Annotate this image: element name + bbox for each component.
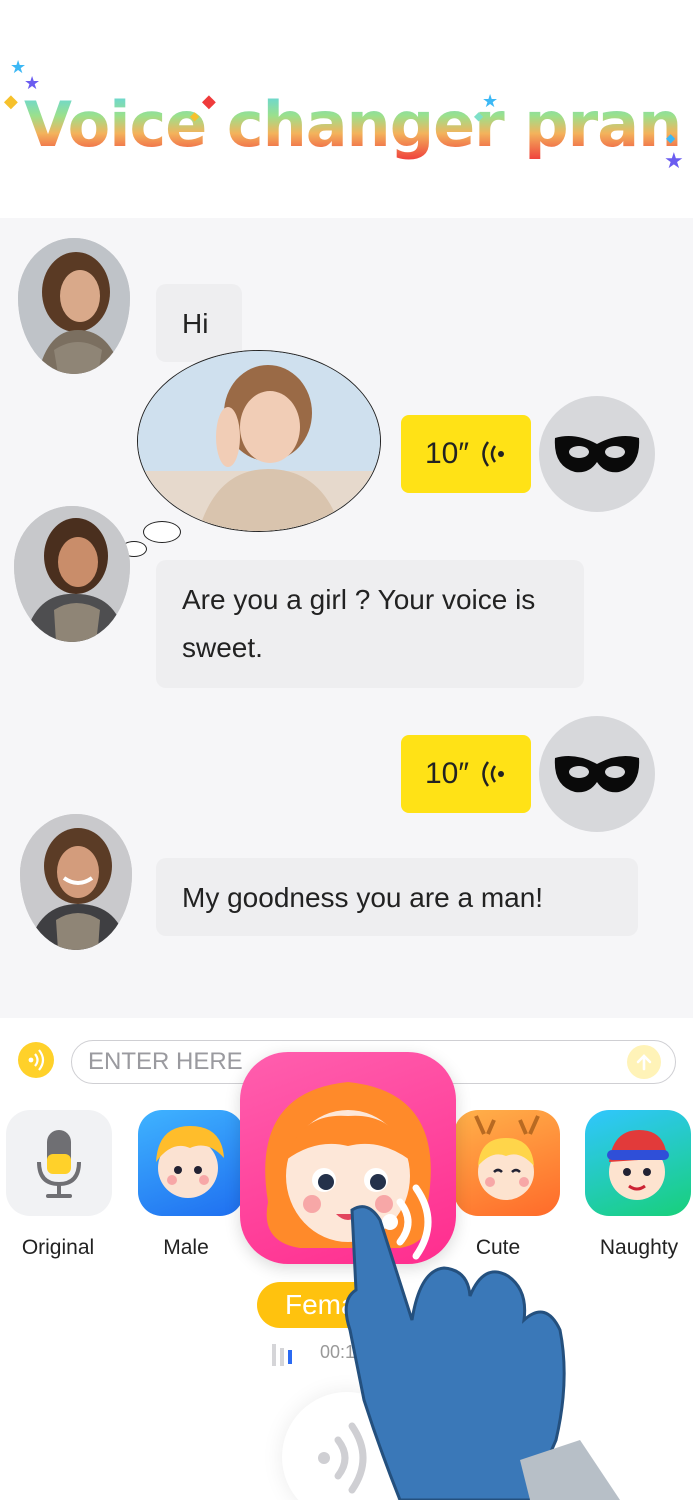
message-text: Are you a girl ? Your voice is sweet. bbox=[182, 584, 536, 663]
naughty-face-icon bbox=[607, 1130, 669, 1200]
voice-message-bubble[interactable]: 10″ bbox=[401, 415, 531, 493]
microphone-icon bbox=[37, 1130, 81, 1198]
voice-label: Male bbox=[163, 1236, 209, 1259]
thought-dot bbox=[143, 521, 181, 543]
arrow-up-icon bbox=[636, 1054, 652, 1071]
sound-toggle-button[interactable] bbox=[18, 1042, 54, 1078]
send-button[interactable] bbox=[627, 1045, 661, 1079]
voice-option-naughty[interactable] bbox=[585, 1110, 691, 1216]
cute-face-icon bbox=[474, 1115, 540, 1200]
sparkle-icon: ◆ bbox=[190, 109, 200, 123]
mask-icon bbox=[554, 436, 640, 473]
message-bubble: My goodness you are a man! bbox=[156, 858, 638, 936]
sparkle-icon: ★ bbox=[24, 73, 41, 93]
anonymous-mask-avatar bbox=[539, 716, 655, 832]
sound-wave-icon bbox=[482, 441, 504, 467]
thought-bubble-image bbox=[137, 350, 381, 532]
voice-option-female-selected[interactable] bbox=[240, 1052, 456, 1264]
sparkle-icon: ◆ bbox=[474, 109, 484, 123]
sparkle-icon: ◆ bbox=[666, 131, 676, 145]
record-button[interactable] bbox=[282, 1392, 412, 1500]
sparkle-icon: ★ bbox=[482, 91, 499, 111]
voice-label: Original bbox=[21, 1236, 95, 1259]
sparkle-icon: ◆ bbox=[202, 91, 216, 111]
message-bubble: Are you a girl ? Your voice is sweet. bbox=[156, 560, 584, 688]
voice-option-male[interactable] bbox=[138, 1110, 244, 1216]
sound-wave-icon bbox=[318, 1422, 367, 1494]
selected-voice-text: Female bbox=[285, 1289, 379, 1320]
sparkle-icon: ◆ bbox=[4, 91, 18, 111]
anonymous-mask-avatar bbox=[539, 396, 655, 512]
girl-face-icon bbox=[265, 1082, 432, 1260]
recording-timer: 00:1 bbox=[320, 1342, 356, 1362]
selected-voice-label: Female bbox=[257, 1282, 387, 1328]
sound-wave-icon bbox=[482, 761, 504, 787]
boy-face-icon bbox=[156, 1126, 224, 1198]
message-text: Hi bbox=[182, 308, 209, 339]
voice-message-bubble[interactable]: 10″ bbox=[401, 735, 531, 813]
audio-level-icon bbox=[272, 1344, 292, 1366]
voice-option-cute[interactable] bbox=[454, 1110, 560, 1216]
voice-label: Cute bbox=[475, 1236, 521, 1259]
message-bubble: Hi bbox=[156, 284, 242, 362]
voice-label: Naughty bbox=[599, 1236, 679, 1259]
app-title: Voice changer prank bbox=[24, 88, 693, 161]
voice-duration: 10″ bbox=[425, 757, 469, 790]
voice-option-original[interactable] bbox=[6, 1110, 112, 1216]
message-text: My goodness you are a man! bbox=[182, 882, 544, 913]
sound-wave-icon bbox=[28, 1049, 45, 1071]
mask-icon bbox=[554, 756, 640, 793]
sparkle-icon: ★ bbox=[664, 148, 684, 173]
title-banner: Voice changer prank ★ ★ ◆ ◆ ◆ ★ ◆ ★ ◆ bbox=[0, 0, 693, 218]
voice-duration: 10″ bbox=[425, 437, 469, 470]
